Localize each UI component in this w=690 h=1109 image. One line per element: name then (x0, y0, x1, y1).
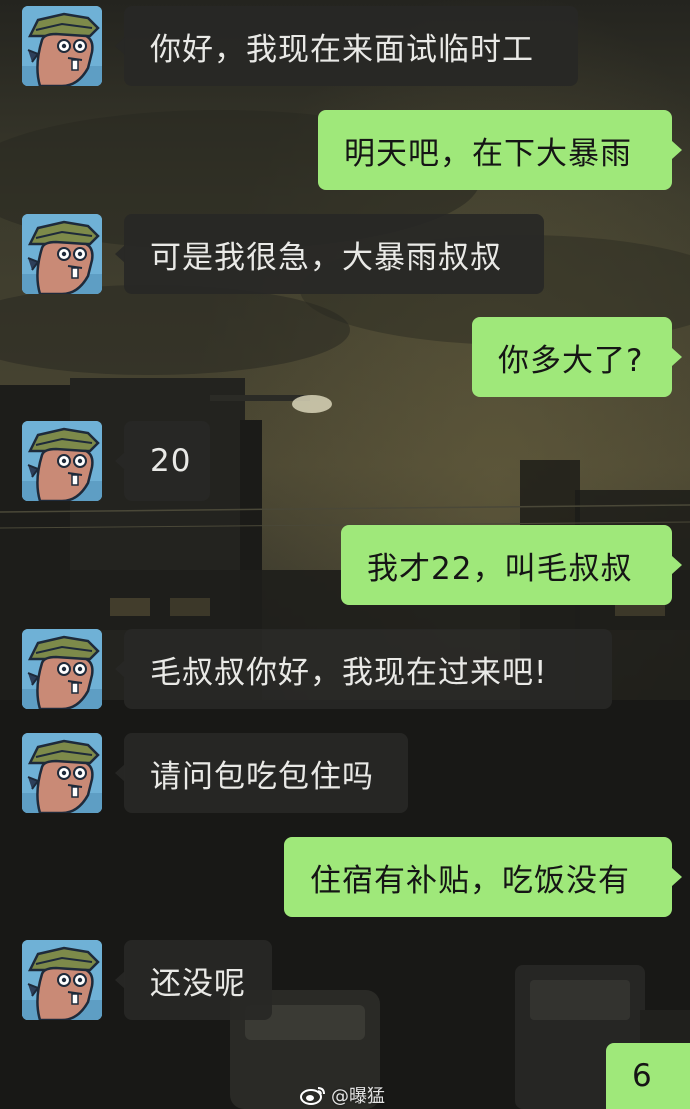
cartoon-avatar-icon (22, 421, 102, 501)
incoming-message-bubble[interactable]: 20 (115, 421, 210, 501)
cartoon-avatar-icon (22, 214, 102, 294)
outgoing-message-bubble[interactable]: 6 (606, 1043, 690, 1109)
contact-avatar[interactable] (22, 733, 102, 813)
incoming-message-bubble[interactable]: 毛叔叔你好，我现在过来吧! (115, 629, 612, 709)
contact-avatar[interactable] (22, 421, 102, 501)
watermark-text: @曝猛 (331, 1086, 385, 1107)
outgoing-message-bubble[interactable]: 我才22，叫毛叔叔 (341, 525, 682, 605)
cartoon-avatar-icon (22, 6, 102, 86)
cartoon-avatar-icon (22, 629, 102, 709)
weibo-logo-icon (300, 1087, 325, 1105)
outgoing-message-bubble[interactable]: 明天吧，在下大暴雨 (318, 110, 682, 190)
contact-avatar[interactable] (22, 214, 102, 294)
watermark: @曝猛 (300, 1082, 385, 1108)
outgoing-message-bubble[interactable]: 住宿有补贴，吃饭没有 (284, 837, 682, 917)
incoming-message-bubble[interactable]: 可是我很急，大暴雨叔叔 (115, 214, 544, 294)
incoming-message-bubble[interactable]: 还没呢 (115, 940, 272, 1020)
incoming-message-bubble[interactable]: 你好，我现在来面试临时工 (115, 6, 578, 86)
cartoon-avatar-icon (22, 733, 102, 813)
contact-avatar[interactable] (22, 629, 102, 709)
outgoing-message-bubble[interactable]: 你多大了? (472, 317, 682, 397)
cartoon-avatar-icon (22, 940, 102, 1020)
contact-avatar[interactable] (22, 940, 102, 1020)
incoming-message-bubble[interactable]: 请问包吃包住吗 (115, 733, 408, 813)
contact-avatar[interactable] (22, 6, 102, 86)
